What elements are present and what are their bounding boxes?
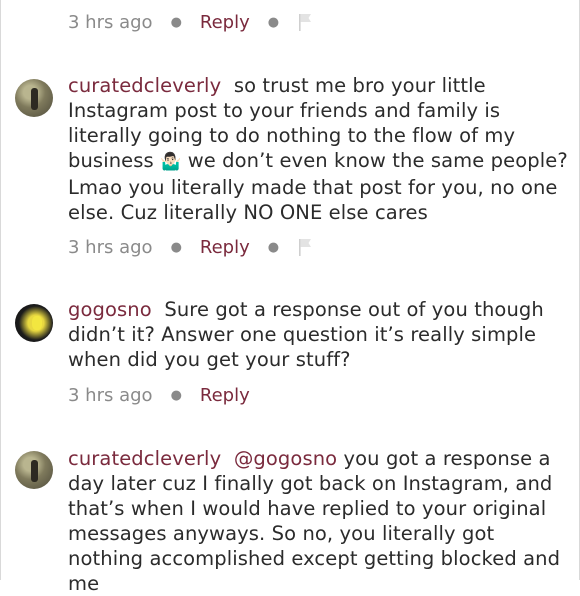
comment-username[interactable]: curatedcleverly	[68, 74, 221, 97]
timestamp: 3 hrs ago	[68, 237, 153, 258]
mention-link[interactable]: @gogosno	[234, 447, 337, 470]
separator-dot: ●	[267, 15, 280, 30]
comment-meta-row: 3 hrs ago ● Reply ●	[68, 10, 313, 36]
comment-text: curatedcleverly so trust me bro your lit…	[68, 73, 568, 225]
comment-meta-row: 3 hrs ago ● Reply ●	[68, 235, 313, 261]
comment-username[interactable]: curatedcleverly	[68, 447, 221, 470]
separator-dot: ●	[170, 15, 182, 30]
left-divider	[0, 0, 1, 580]
reply-button[interactable]: Reply	[200, 385, 250, 406]
flag-icon[interactable]	[297, 12, 313, 40]
comment-text: curatedcleverly @gogosno you got a respo…	[68, 446, 568, 596]
avatar[interactable]	[15, 79, 53, 117]
avatar[interactable]	[15, 304, 53, 342]
reply-button[interactable]: Reply	[200, 237, 250, 258]
flag-icon[interactable]	[297, 237, 313, 265]
comment-meta-row: 3 hrs ago ● Reply	[68, 383, 250, 409]
separator-dot: ●	[170, 240, 182, 255]
separator-dot: ●	[170, 388, 182, 403]
comment-text: gogosno Sure got a response out of you t…	[68, 297, 568, 372]
comment-username[interactable]: gogosno	[68, 298, 152, 321]
timestamp: 3 hrs ago	[68, 385, 153, 406]
reply-button[interactable]: Reply	[200, 12, 250, 33]
shrug-emoji-icon: 🤷🏻‍♂️	[160, 152, 182, 172]
avatar[interactable]	[15, 451, 53, 489]
timestamp: 3 hrs ago	[68, 12, 153, 33]
separator-dot: ●	[267, 240, 280, 255]
